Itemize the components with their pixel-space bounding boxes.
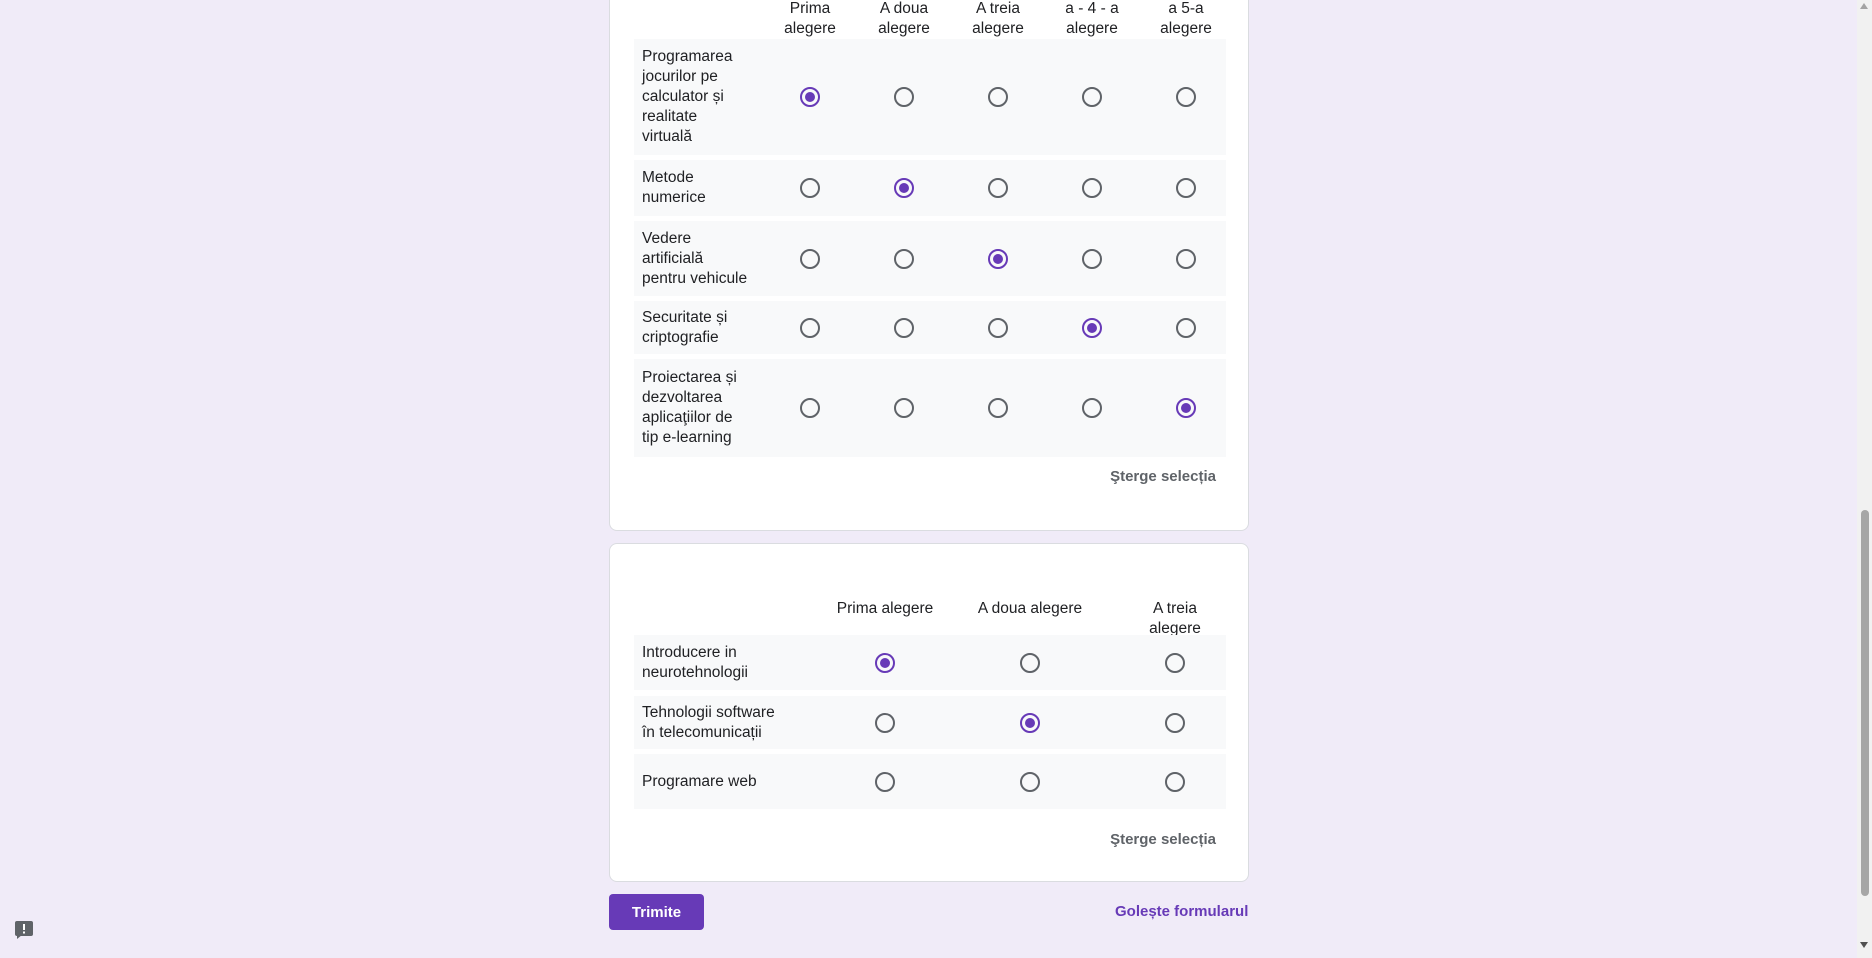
radio-button[interactable] bbox=[988, 248, 1008, 269]
radio-button[interactable] bbox=[1082, 87, 1102, 107]
grid-row: Vedere artificială pentru vehicule bbox=[634, 221, 1226, 296]
column-header: A treia alegere bbox=[1149, 600, 1201, 637]
scroll-up-arrow-icon[interactable] bbox=[1860, 3, 1868, 9]
radio-button[interactable] bbox=[875, 652, 895, 673]
page-scrollbar[interactable] bbox=[1857, 0, 1872, 958]
radio-button[interactable] bbox=[1165, 652, 1185, 673]
radio-button[interactable] bbox=[1176, 317, 1196, 338]
radio-button[interactable] bbox=[800, 87, 820, 107]
radio-button[interactable] bbox=[1020, 652, 1040, 673]
radio-button[interactable] bbox=[894, 248, 914, 269]
grid-row: Securitate și criptografie bbox=[634, 301, 1226, 354]
grid-row: Tehnologii software în telecomunicații bbox=[634, 696, 1226, 749]
row-label: Proiectarea și dezvoltarea aplicaţiilor … bbox=[642, 369, 737, 446]
radio-button[interactable] bbox=[1020, 712, 1040, 733]
radio-button[interactable] bbox=[875, 712, 895, 733]
radio-button[interactable] bbox=[800, 248, 820, 269]
grid-row: Programare web bbox=[634, 754, 1226, 809]
radio-button[interactable] bbox=[1176, 398, 1196, 418]
radio-button[interactable] bbox=[988, 178, 1008, 198]
radio-button[interactable] bbox=[988, 87, 1008, 107]
column-header: Prima alegere bbox=[784, 0, 836, 37]
radio-button[interactable] bbox=[1082, 178, 1102, 198]
column-header: A doua alegere bbox=[977, 600, 1083, 617]
report-problem-icon[interactable] bbox=[14, 920, 34, 940]
scroll-down-arrow-icon[interactable] bbox=[1860, 942, 1868, 948]
grid-question-card-1: Prima alegere A doua alegere A treia alege… bbox=[609, 0, 1249, 531]
clear-selection-link[interactable]: Şterge selecția bbox=[1110, 831, 1216, 848]
column-header: a 5-a alegere bbox=[1160, 0, 1212, 37]
radio-button[interactable] bbox=[1082, 317, 1102, 338]
radio-button[interactable] bbox=[894, 178, 914, 198]
radio-button[interactable] bbox=[1082, 248, 1102, 269]
row-label: Tehnologii software în telecomunicații bbox=[642, 703, 775, 741]
row-label: Introducere in neurotehnologii bbox=[642, 643, 749, 681]
radio-button[interactable] bbox=[894, 87, 914, 107]
row-label: Metode numerice bbox=[642, 169, 706, 206]
radio-button[interactable] bbox=[800, 317, 820, 338]
radio-button[interactable] bbox=[875, 771, 895, 792]
radio-button[interactable] bbox=[1165, 712, 1185, 733]
grid-row: Introducere in neurotehnologii bbox=[634, 635, 1226, 690]
grid-header: Prima alegere A doua alegere A treia alege… bbox=[634, 0, 1226, 39]
clear-form-link[interactable]: Golește formularul bbox=[1115, 903, 1248, 920]
grid-row: Metode numerice bbox=[634, 160, 1226, 216]
row-label: Securitate și criptografie bbox=[642, 308, 728, 346]
clear-selection-link[interactable]: Şterge selecția bbox=[1110, 468, 1216, 485]
grid-row: Programarea jocurilor pe calculator și r… bbox=[634, 39, 1226, 155]
radio-button[interactable] bbox=[894, 398, 914, 418]
grid-row: Proiectarea și dezvoltarea aplicaţiilor … bbox=[634, 359, 1226, 457]
row-label: Programare web bbox=[642, 772, 757, 790]
radio-button[interactable] bbox=[1176, 87, 1196, 107]
submit-button[interactable]: Trimite bbox=[609, 894, 704, 930]
radio-button[interactable] bbox=[1165, 771, 1185, 792]
column-header: A doua alegere bbox=[878, 0, 930, 37]
radio-button[interactable] bbox=[988, 317, 1008, 338]
row-label: Programarea jocurilor pe calculator și r… bbox=[642, 48, 733, 145]
radio-button[interactable] bbox=[988, 398, 1008, 418]
radio-button[interactable] bbox=[1176, 178, 1196, 198]
row-label: Vedere artificială pentru vehicule bbox=[642, 229, 748, 287]
column-header: a - 4 - a alegere bbox=[1065, 0, 1119, 37]
radio-button[interactable] bbox=[1082, 398, 1102, 418]
grid-question-card-2: Prima alegere A doua alegere A treia alege… bbox=[609, 543, 1249, 882]
radio-button[interactable] bbox=[1020, 771, 1040, 792]
radio-button[interactable] bbox=[894, 317, 914, 338]
column-header: A treia alegere bbox=[972, 0, 1024, 37]
grid-header: Prima alegere A doua alegere A treia alege… bbox=[634, 544, 1226, 637]
radio-button[interactable] bbox=[800, 178, 820, 198]
radio-button[interactable] bbox=[1176, 248, 1196, 269]
radio-button[interactable] bbox=[800, 398, 820, 418]
scrollbar-thumb[interactable] bbox=[1861, 510, 1869, 896]
column-header: Prima alegere bbox=[836, 600, 934, 617]
